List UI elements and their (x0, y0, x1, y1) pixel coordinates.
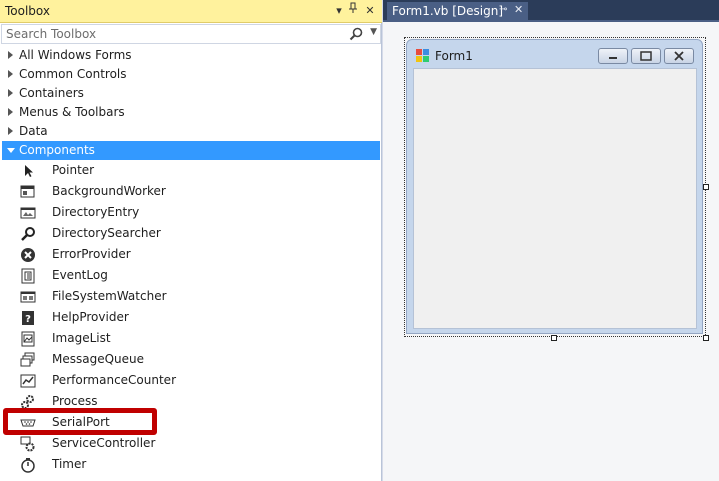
expand-arrow-icon[interactable] (8, 108, 13, 116)
toolbox-item-imagelist[interactable]: ImageList (2, 328, 380, 349)
resize-handle-bottom[interactable] (551, 335, 557, 341)
expand-arrow-icon[interactable] (8, 51, 13, 59)
form1-window[interactable]: Form1 (406, 39, 703, 334)
tab-label: Form1.vb [Design] (392, 4, 504, 18)
search-options-dropdown-icon[interactable]: ▼ (370, 27, 377, 37)
toolbox-item-helpprovider[interactable]: ? HelpProvider (2, 307, 380, 328)
svg-text:?: ? (25, 314, 31, 325)
toolbox-item-performancecounter[interactable]: PerformanceCounter (2, 370, 380, 391)
pointer-icon (20, 163, 36, 179)
item-label: Timer (52, 457, 87, 471)
image-list-icon (20, 331, 36, 347)
toolbox-item-filesystemwatcher[interactable]: FileSystemWatcher (2, 286, 380, 307)
category-label: All Windows Forms (19, 48, 132, 62)
category-components[interactable]: Components (2, 141, 380, 160)
toolbox-item-eventlog[interactable]: EventLog (2, 265, 380, 286)
item-label: ServiceController (52, 436, 156, 450)
expand-arrow-icon[interactable] (8, 127, 13, 135)
search-icon[interactable] (348, 26, 364, 42)
item-label: BackgroundWorker (52, 184, 166, 198)
form-close-button[interactable] (664, 48, 694, 64)
toolbox-item-directorysearcher[interactable]: DirectorySearcher (2, 223, 380, 244)
item-label: FileSystemWatcher (52, 289, 167, 303)
directory-entry-icon (20, 205, 36, 221)
toolbox-item-directoryentry[interactable]: DirectoryEntry (2, 202, 380, 223)
toolbox-item-servicecontroller[interactable]: ServiceController (2, 433, 380, 454)
toolbox-header: Toolbox ▾ ✕ (0, 0, 382, 23)
form-title: Form1 (435, 49, 473, 63)
item-label: EventLog (52, 268, 108, 282)
error-provider-icon (20, 247, 36, 263)
form-icon (416, 49, 429, 62)
maximize-button[interactable] (631, 48, 661, 64)
pin-tab-icon[interactable]: ⊸ (499, 4, 507, 15)
category-all-windows-forms[interactable]: All Windows Forms (2, 46, 380, 65)
category-label: Containers (19, 86, 84, 100)
toolbox-title: Toolbox (5, 4, 50, 18)
toolbox-item-pointer[interactable]: Pointer (2, 160, 380, 181)
background-worker-icon (20, 184, 36, 200)
item-label: HelpProvider (52, 310, 129, 324)
item-label: Pointer (52, 163, 95, 177)
toolbox-item-errorprovider[interactable]: ErrorProvider (2, 244, 380, 265)
category-label: Common Controls (19, 67, 127, 81)
event-log-icon (20, 268, 36, 284)
file-system-watcher-icon (20, 289, 36, 305)
minimize-button[interactable] (598, 48, 628, 64)
category-label: Menus & Toolbars (19, 105, 125, 119)
toolbox-search-box[interactable]: Search Toolbox ▼ (1, 24, 381, 44)
performance-counter-icon (20, 373, 36, 389)
message-queue-icon (20, 352, 36, 368)
serialport-highlight-box (3, 408, 157, 435)
close-icon[interactable]: ✕ (362, 2, 378, 20)
toolbox-item-messagequeue[interactable]: MessageQueue (2, 349, 380, 370)
directory-searcher-icon (20, 226, 36, 242)
item-label: Process (52, 394, 98, 408)
resize-handle-right[interactable] (703, 184, 709, 190)
category-common-controls[interactable]: Common Controls (2, 65, 380, 84)
expand-arrow-icon[interactable] (8, 89, 13, 97)
item-label: MessageQueue (52, 352, 145, 366)
category-menus-toolbars[interactable]: Menus & Toolbars (2, 103, 380, 122)
category-label: Data (19, 124, 48, 138)
category-data[interactable]: Data (2, 122, 380, 141)
pin-icon[interactable] (345, 2, 361, 20)
category-label: Components (19, 143, 95, 157)
resize-handle-bottom-right[interactable] (703, 335, 709, 341)
item-label: DirectoryEntry (52, 205, 140, 219)
collapse-arrow-icon[interactable] (7, 148, 15, 153)
timer-icon (20, 457, 36, 473)
help-provider-icon: ? (20, 310, 36, 326)
service-controller-icon (20, 436, 36, 452)
toolbox-item-backgroundworker[interactable]: BackgroundWorker (2, 181, 380, 202)
tab-form1-design[interactable]: Form1.vb [Design] ⊸ ✕ (387, 2, 528, 22)
form-client-area[interactable] (413, 68, 697, 329)
close-tab-icon[interactable]: ✕ (514, 3, 523, 16)
toolbox-panel: Toolbox ▾ ✕ Search Toolbox ▼ All Windows… (0, 0, 382, 481)
toolbox-item-timer[interactable]: Timer (2, 454, 380, 475)
item-label: ErrorProvider (52, 247, 131, 261)
item-label: ImageList (52, 331, 111, 345)
item-label: DirectorySearcher (52, 226, 161, 240)
search-input[interactable]: Search Toolbox (6, 27, 96, 41)
category-containers[interactable]: Containers (2, 84, 380, 103)
item-label: PerformanceCounter (52, 373, 176, 387)
expand-arrow-icon[interactable] (8, 70, 13, 78)
